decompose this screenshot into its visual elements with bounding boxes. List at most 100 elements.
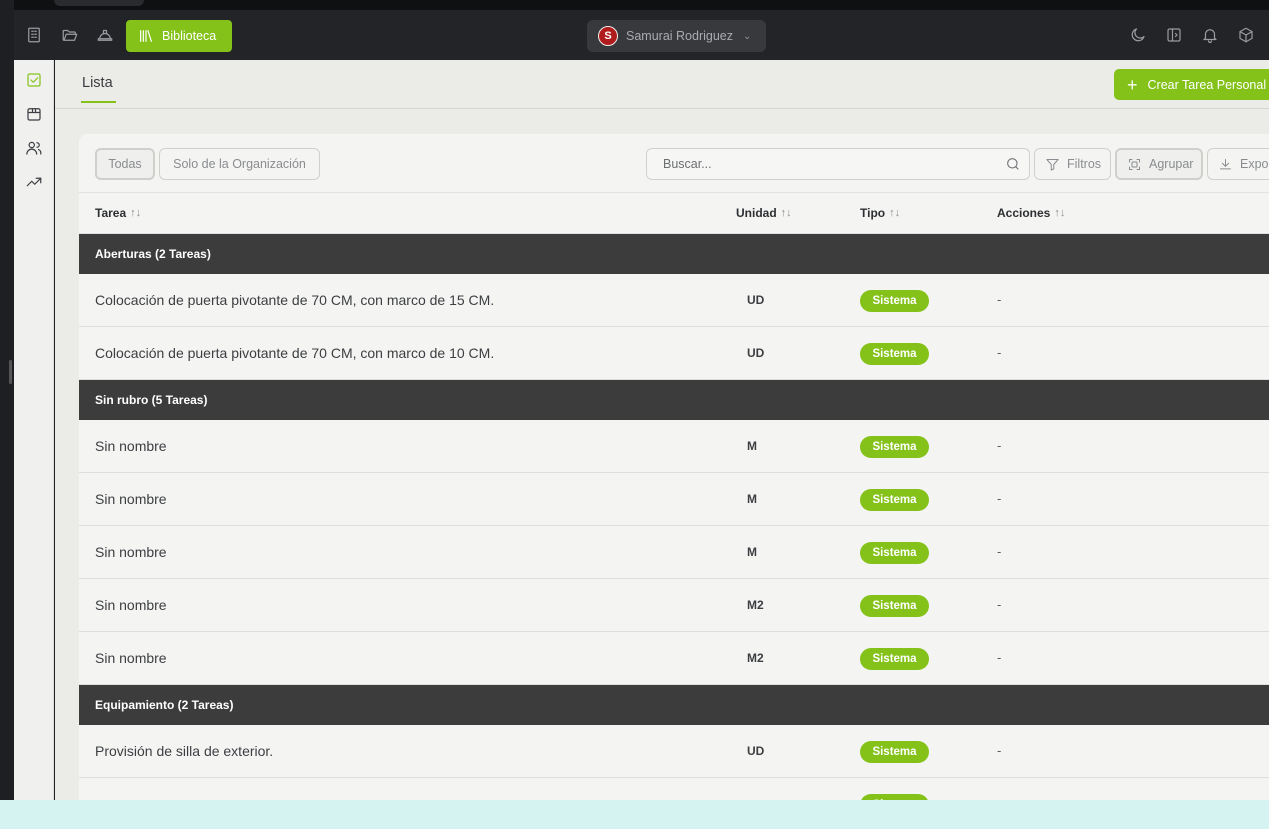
cube-icon[interactable]: [1236, 25, 1256, 45]
task-actions: -: [997, 650, 1002, 665]
task-actions: -: [997, 544, 1002, 559]
task-actions: -: [997, 345, 1002, 360]
group-header[interactable]: Sin rubro (5 Tareas): [79, 380, 1269, 420]
task-unit: M2: [747, 651, 764, 665]
table-row[interactable]: Provisión de silla de exterior. UD Siste…: [79, 725, 1269, 778]
sort-icon: ↑↓: [780, 207, 792, 219]
task-name: Colocación de puerta pivotante de 70 CM,…: [95, 345, 495, 361]
type-badge: Sistema: [860, 741, 929, 763]
task-name: Sin nombre: [95, 597, 167, 613]
box-icon[interactable]: [24, 104, 44, 124]
top-bar: Biblioteca S Samurai Rodriguez ⌄: [14, 10, 1269, 60]
task-name: Sin nombre: [95, 650, 167, 666]
library-icon: [140, 30, 152, 42]
group-header[interactable]: Aberturas (2 Tareas): [79, 234, 1269, 274]
filter-bar: Todas Solo de la Organización Buscar... …: [79, 134, 1269, 193]
user-selector[interactable]: S Samurai Rodriguez ⌄: [587, 20, 766, 52]
table-row[interactable]: Colocación de puerta pivotante de 70 CM,…: [79, 327, 1269, 380]
type-badge: Sistema: [860, 648, 929, 670]
task-unit: UD: [747, 293, 765, 307]
filter-all-button[interactable]: Todas: [95, 148, 155, 180]
filter-icon: [1046, 158, 1059, 171]
type-badge: Sistema: [860, 794, 929, 800]
sort-icon: ↑↓: [889, 207, 901, 219]
task-name: Colocación de puerta pivotante de 70 CM,…: [95, 292, 495, 308]
col-unit-label: Unidad: [736, 206, 777, 220]
plus-icon: +: [1127, 74, 1138, 95]
filters-button[interactable]: Filtros: [1034, 148, 1111, 180]
task-check-icon[interactable]: [24, 70, 44, 90]
moon-icon[interactable]: [1128, 25, 1148, 45]
group-label: Agrupar: [1149, 157, 1194, 171]
table-row[interactable]: Colocación de puerta pivotante de 70 CM,…: [79, 274, 1269, 327]
task-actions: -: [997, 292, 1002, 307]
task-name: Sin nombre: [95, 438, 167, 454]
group-button[interactable]: Agrupar: [1115, 148, 1203, 180]
task-actions: -: [997, 743, 1002, 758]
table-row[interactable]: Sistema: [79, 778, 1269, 800]
search-icon: [1005, 156, 1021, 172]
browser-tab[interactable]: [54, 0, 144, 6]
app-window: Biblioteca S Samurai Rodriguez ⌄ Lista +…: [14, 0, 1269, 800]
library-button[interactable]: Biblioteca: [126, 20, 232, 52]
sort-icon: ↑↓: [1054, 207, 1066, 219]
main-content: Lista + Crear Tarea Personal Todas Solo …: [55, 60, 1269, 800]
users-icon[interactable]: [24, 138, 44, 158]
table-row[interactable]: Sin nombre M2 Sistema -: [79, 632, 1269, 685]
user-name: Samurai Rodriguez: [626, 29, 733, 43]
task-actions: -: [997, 597, 1002, 612]
search-input[interactable]: Buscar...: [646, 148, 1030, 180]
table-row[interactable]: Sin nombre M2 Sistema -: [79, 579, 1269, 632]
col-task-label: Tarea: [95, 206, 127, 220]
folder-open-icon[interactable]: [60, 25, 80, 45]
task-name: Provisión de silla de exterior.: [95, 743, 274, 759]
table-header: Tarea ↑↓ Unidad ↑↓ Tipo ↑↓ Acciones ↑↓: [79, 193, 1269, 234]
library-label: Biblioteca: [162, 29, 217, 43]
avatar: S: [598, 26, 618, 46]
task-actions: -: [997, 438, 1002, 453]
type-badge: Sistema: [860, 489, 929, 511]
type-badge: Sistema: [860, 436, 929, 458]
export-button[interactable]: Exportar: [1207, 148, 1269, 180]
group-header[interactable]: Equipamiento (2 Tareas): [79, 685, 1269, 725]
col-unit[interactable]: Unidad ↑↓: [736, 206, 792, 220]
trending-up-icon[interactable]: [24, 172, 44, 192]
col-task[interactable]: Tarea ↑↓: [95, 206, 141, 220]
table-row[interactable]: Sin nombre M Sistema -: [79, 473, 1269, 526]
task-name: Sin nombre: [95, 491, 167, 507]
task-unit: M: [747, 545, 757, 559]
sub-header: Lista + Crear Tarea Personal: [55, 60, 1269, 109]
type-badge: Sistema: [860, 542, 929, 564]
chevron-down-icon: ⌄: [743, 30, 752, 42]
window-strip: [14, 0, 1269, 10]
resize-handle[interactable]: [9, 360, 12, 384]
create-task-button[interactable]: + Crear Tarea Personal: [1114, 69, 1269, 100]
tab-lista[interactable]: Lista: [81, 60, 116, 103]
download-icon: [1220, 158, 1231, 169]
col-type[interactable]: Tipo ↑↓: [860, 206, 900, 220]
task-unit: M: [747, 439, 757, 453]
table-row[interactable]: Sin nombre M Sistema -: [79, 420, 1269, 473]
search-placeholder: Buscar...: [663, 157, 712, 171]
filters-label: Filtros: [1067, 157, 1102, 171]
type-badge: Sistema: [860, 290, 929, 312]
filter-org-button[interactable]: Solo de la Organización: [159, 148, 320, 180]
hardhat-icon[interactable]: [95, 25, 115, 45]
sidebar-toggle-icon[interactable]: [1164, 25, 1184, 45]
task-unit: UD: [747, 744, 765, 758]
sort-icon: ↑↓: [130, 207, 142, 219]
group-icon: [1129, 158, 1140, 170]
bell-icon[interactable]: [1200, 25, 1220, 45]
side-nav: [14, 60, 54, 800]
type-badge: Sistema: [860, 595, 929, 617]
export-label: Exportar: [1240, 157, 1269, 171]
desktop-edge: [0, 0, 14, 800]
type-badge: Sistema: [860, 343, 929, 365]
task-name: Sin nombre: [95, 544, 167, 560]
building-icon[interactable]: [24, 25, 44, 45]
table-row[interactable]: Sin nombre M Sistema -: [79, 526, 1269, 579]
col-actions[interactable]: Acciones ↑↓: [997, 206, 1065, 220]
task-unit: M: [747, 492, 757, 506]
tasks-card: Todas Solo de la Organización Buscar... …: [79, 134, 1269, 800]
col-type-label: Tipo: [860, 206, 886, 220]
